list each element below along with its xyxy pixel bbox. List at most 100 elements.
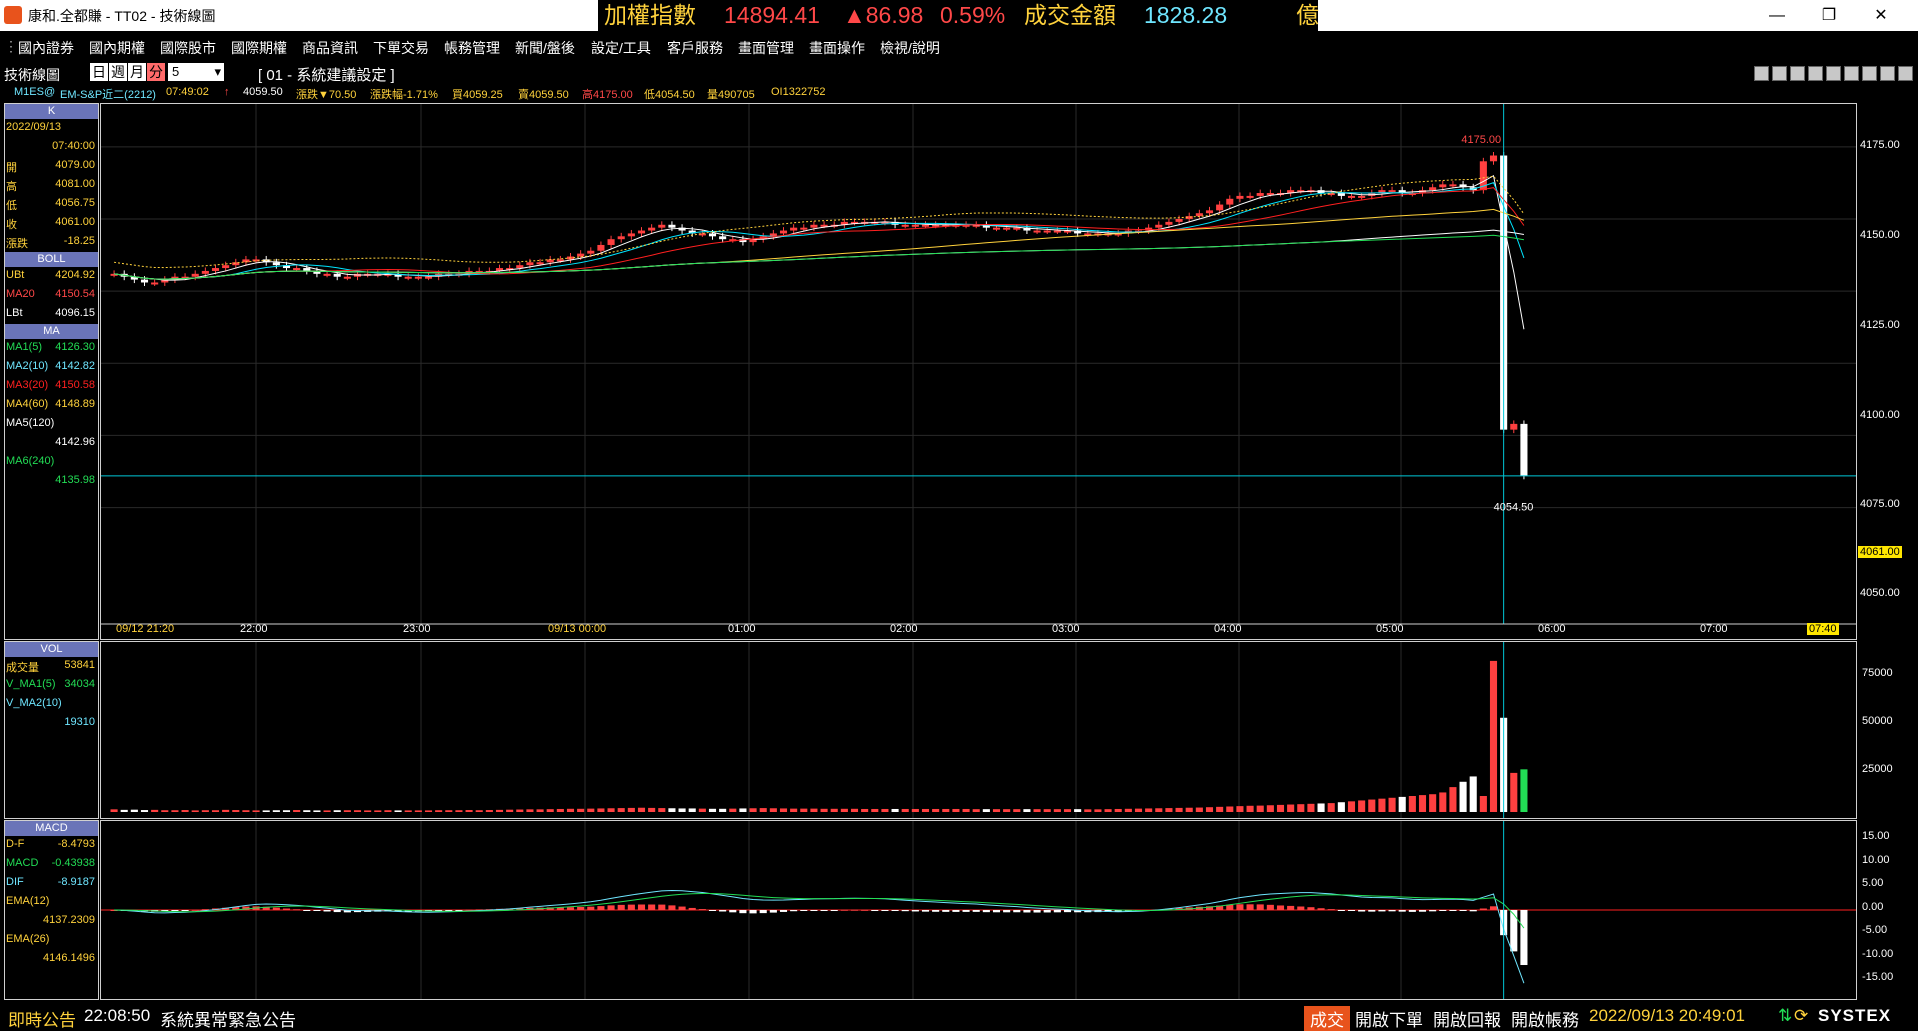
ma5-value-row: 4142.96	[55, 436, 95, 448]
time-cursor-tag: 07:40	[1807, 623, 1839, 635]
time-tick: 04:00	[1214, 623, 1242, 635]
amount-value: 1828.28	[1144, 2, 1228, 28]
close-button[interactable]: ✕	[1858, 0, 1904, 31]
open-account-button[interactable]: 開啟帳務	[1511, 1006, 1579, 1031]
volume-bar	[769, 808, 777, 812]
k-date: 2022/09/13	[6, 121, 62, 133]
macd-bar	[1520, 910, 1528, 966]
volume-bar	[303, 810, 311, 812]
amount-unit: 億	[1296, 2, 1319, 28]
macd-bar	[1317, 908, 1325, 910]
menu-item-news[interactable]: 新聞/盤後	[515, 38, 575, 58]
save-icon[interactable]	[1862, 66, 1877, 81]
volume-bar	[181, 810, 189, 812]
candle-body	[810, 224, 818, 228]
price-info-sidebar: K 2022/09/13 07:40:00 開 4079.00 高 4081.00 …	[4, 103, 99, 640]
interval-select[interactable]: 5 ▾	[168, 63, 224, 81]
crosshair-icon[interactable]	[1754, 66, 1769, 81]
macd-chart[interactable]	[101, 821, 1856, 999]
candle-body	[668, 224, 676, 228]
volume-bar	[1185, 807, 1193, 812]
magnify-icon[interactable]	[1826, 66, 1841, 81]
menu-item-account-management[interactable]: 帳務管理	[444, 38, 500, 58]
candle-body	[1337, 193, 1345, 196]
period-day-button[interactable]: 日	[90, 63, 108, 81]
volume-bar	[627, 807, 635, 812]
candle-body	[1216, 204, 1224, 211]
macd-tick: 0.00	[1862, 901, 1884, 913]
period-week-button[interactable]: 週	[109, 63, 127, 81]
menu-item-international-stocks[interactable]: 國際股市	[160, 38, 216, 58]
search-icon[interactable]	[1808, 66, 1823, 81]
menu-item-view-help[interactable]: 檢視/說明	[880, 38, 940, 58]
menu-item-screen-management[interactable]: 畫面管理	[738, 38, 794, 58]
volume-bar	[658, 808, 666, 812]
macd-bar	[992, 910, 1001, 913]
volume-bar	[1368, 799, 1376, 812]
menu-item-order-trading[interactable]: 下單交易	[373, 38, 429, 58]
macd-bar	[698, 909, 706, 911]
volume-bar	[232, 810, 240, 812]
draw-tool-icon[interactable]	[1844, 66, 1859, 81]
zoom-out-icon[interactable]	[1772, 66, 1787, 81]
menu-item-domestic-futures[interactable]: 國內期權	[89, 38, 145, 58]
chart-setting-label[interactable]: [ 01 - 系統建議設定 ]	[258, 64, 395, 85]
candle-body	[1449, 184, 1457, 187]
macd-bar	[729, 910, 737, 913]
volume-chart[interactable]	[101, 642, 1856, 818]
vol-ma2-row: V_MA2(10)	[6, 697, 62, 709]
menu-item-screen-operation[interactable]: 畫面操作	[809, 38, 865, 58]
period-month-button[interactable]: 月	[128, 63, 146, 81]
menu-item-product-info[interactable]: 商品資訊	[302, 38, 358, 58]
deal-button[interactable]: 成交	[1304, 1006, 1350, 1031]
volume-bar	[1408, 796, 1416, 812]
volume-bar	[1023, 809, 1031, 812]
macd-bar	[1256, 904, 1264, 910]
macd-bar	[881, 910, 889, 911]
index-label: 加權指數	[604, 2, 696, 28]
chevron-down-icon[interactable]: ▾	[214, 63, 221, 81]
menu-item-domestic-securities[interactable]: 國內證券	[18, 38, 74, 58]
maximize-button[interactable]: ❐	[1806, 0, 1852, 31]
boll-header: BOLL	[5, 252, 98, 267]
volume-bar	[1205, 807, 1214, 812]
chart-toolbar: 技術線圖 日 週 月 分 5 ▾ [ 01 - 系統建議設定 ]	[0, 61, 1918, 85]
open-order-button[interactable]: 開啟下單	[1355, 1006, 1423, 1031]
notice-text[interactable]: 系統異常緊急公告	[160, 1006, 296, 1031]
zoom-in-icon[interactable]	[1790, 66, 1805, 81]
price-chart[interactable]: 4175.00 4054.50	[101, 104, 1856, 639]
macd-bar	[1469, 910, 1477, 912]
notice-label[interactable]: 即時公告	[8, 1006, 76, 1031]
open-report-button[interactable]: 開啟回報	[1433, 1006, 1501, 1031]
macd-bar	[1053, 910, 1061, 913]
volume-bar	[485, 810, 493, 812]
macd-bar	[323, 910, 331, 912]
candle-body	[303, 268, 311, 271]
menu-item-customer-service[interactable]: 客戶服務	[667, 38, 723, 58]
menu-item-settings-tools[interactable]: 設定/工具	[591, 38, 651, 58]
volume-bar	[1520, 769, 1528, 812]
price-axis: 4175.00 4150.00 4125.00 4100.00 4075.00 …	[1858, 103, 1914, 640]
quote-low: 低4054.50	[644, 89, 695, 101]
time-tick: 01:00	[728, 623, 756, 635]
candle-body	[1195, 213, 1203, 217]
minimize-button[interactable]: —	[1754, 0, 1800, 31]
ma6-row: MA6(240)	[6, 455, 55, 467]
menu-item-international-futures[interactable]: 國際期權	[231, 38, 287, 58]
price-chart-panel[interactable]: 4175.00 4054.50	[100, 103, 1857, 640]
quote-high: 高4175.00	[582, 89, 633, 101]
macd-ema26-row: EMA(26)	[6, 933, 50, 945]
quote-price: 4059.50	[243, 86, 283, 98]
macd-bar	[1043, 910, 1051, 913]
panel-close-icon[interactable]	[1898, 66, 1913, 81]
macd-chart-panel[interactable]	[100, 820, 1857, 1000]
refresh-icon[interactable]: ⟳	[1794, 1006, 1808, 1026]
status-bar: 即時公告 22:08:50 系統異常緊急公告 成交 開啟下單 開啟回報 開啟帳務…	[0, 1004, 1918, 1031]
k-low-row: 低 4056.75	[6, 197, 95, 212]
period-minute-button[interactable]: 分	[147, 63, 165, 81]
volume-bar	[282, 810, 291, 812]
restore-icon[interactable]	[1880, 66, 1895, 81]
volume-chart-panel[interactable]	[100, 641, 1857, 819]
window-title: 康和.全都賺 - TT02 - 技術線圖	[28, 8, 216, 24]
macd-tick: 15.00	[1862, 830, 1890, 842]
